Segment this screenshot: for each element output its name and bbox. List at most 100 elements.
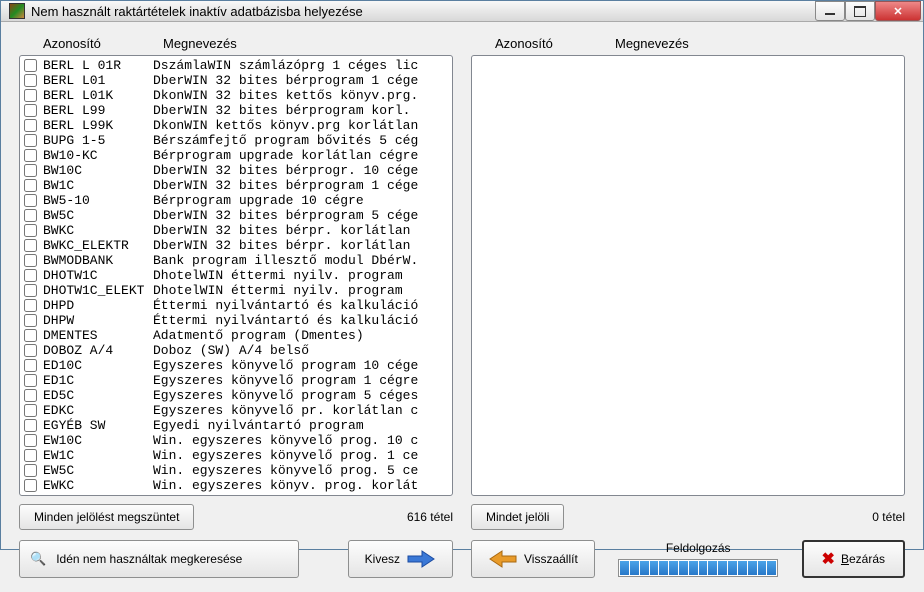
list-item-checkbox[interactable] xyxy=(24,104,37,117)
list-item-id: BW5C xyxy=(43,208,153,223)
list-item-id: DMENTES xyxy=(43,328,153,343)
list-item[interactable]: BERL L99DberWIN 32 bites bérprogram korl… xyxy=(22,103,450,118)
clear-selection-button[interactable]: Minden jelölést megszüntet xyxy=(19,504,194,530)
list-item[interactable]: EDKCEgyszeres könyvelő pr. korlátlan c xyxy=(22,403,450,418)
list-item-checkbox[interactable] xyxy=(24,74,37,87)
list-item-checkbox[interactable] xyxy=(24,164,37,177)
list-item-checkbox[interactable] xyxy=(24,359,37,372)
list-item-id: BERL L01 xyxy=(43,73,153,88)
list-item-id: DHOTW1C_ELEKT xyxy=(43,283,153,298)
restore-button[interactable]: Visszaállít xyxy=(471,540,595,578)
restore-label: Visszaállít xyxy=(524,552,578,566)
list-item-checkbox[interactable] xyxy=(24,479,37,492)
select-all-button[interactable]: Mindet jelöli xyxy=(471,504,564,530)
close-button[interactable]: ✖ Bezárás xyxy=(802,540,905,578)
list-item-checkbox[interactable] xyxy=(24,374,37,387)
list-item-checkbox[interactable] xyxy=(24,389,37,402)
arrow-left-icon xyxy=(488,549,518,569)
list-item-checkbox[interactable] xyxy=(24,89,37,102)
list-item[interactable]: BERL L 01RDszámlaWIN számlázóprg 1 céges… xyxy=(22,58,450,73)
right-count: 0 tétel xyxy=(872,510,905,524)
app-icon xyxy=(9,3,25,19)
list-item-checkbox[interactable] xyxy=(24,404,37,417)
list-item[interactable]: ED1CEgyszeres könyvelő program 1 cégre xyxy=(22,373,450,388)
right-footer: Mindet jelöli 0 tétel xyxy=(471,504,905,530)
minimize-button[interactable] xyxy=(815,1,845,21)
list-item-id: DHOTW1C xyxy=(43,268,153,283)
list-item-id: EDKC xyxy=(43,403,153,418)
bottom-left: Idén nem használtak megkeresése Kivesz xyxy=(19,540,453,578)
list-item-checkbox[interactable] xyxy=(24,224,37,237)
list-item[interactable]: EW1CWin. egyszeres könyvelő prog. 1 ce xyxy=(22,448,450,463)
list-item[interactable]: ED5CEgyszeres könyvelő program 5 céges xyxy=(22,388,450,403)
list-item-checkbox[interactable] xyxy=(24,449,37,462)
search-label: Idén nem használtak megkeresése xyxy=(56,552,242,566)
list-item[interactable]: EW10CWin. egyszeres könyvelő prog. 10 c xyxy=(22,433,450,448)
list-item[interactable]: EW5CWin. egyszeres könyvelő prog. 5 ce xyxy=(22,463,450,478)
right-headers: Azonosító Megnevezés xyxy=(471,36,905,55)
list-item[interactable]: DHOTW1C_ELEKTDhotelWIN éttermi nyilv. pr… xyxy=(22,283,450,298)
list-item[interactable]: BWMODBANKBank program illesztő modul Dbé… xyxy=(22,253,450,268)
list-item-desc: Egyszeres könyvelő program 10 cége xyxy=(153,358,418,373)
list-item-id: BERL L01K xyxy=(43,88,153,103)
list-item-checkbox[interactable] xyxy=(24,314,37,327)
remove-button[interactable]: Kivesz xyxy=(348,540,453,578)
list-item-desc: Bank program illesztő modul DbérW. xyxy=(153,253,418,268)
list-item[interactable]: BERL L01KDkonWIN 32 bites kettős könyv.p… xyxy=(22,88,450,103)
list-item-desc: Win. egyszeres könyvelő prog. 10 c xyxy=(153,433,418,448)
list-item-desc: DberWIN 32 bites bérprogram 1 cége xyxy=(153,178,418,193)
list-item-desc: Éttermi nyilvántartó és kalkuláció xyxy=(153,313,418,328)
list-item[interactable]: DOBOZ A/4Doboz (SW) A/4 belső xyxy=(22,343,450,358)
list-item-desc: DkonWIN kettős könyv.prg korlátlan xyxy=(153,118,418,133)
list-item-desc: Bérprogram upgrade korlátlan cégre xyxy=(153,148,418,163)
search-unused-button[interactable]: Idén nem használtak megkeresése xyxy=(19,540,299,578)
list-item-id: BW1C xyxy=(43,178,153,193)
list-item-checkbox[interactable] xyxy=(24,329,37,342)
list-item-checkbox[interactable] xyxy=(24,239,37,252)
list-item-checkbox[interactable] xyxy=(24,209,37,222)
list-item-checkbox[interactable] xyxy=(24,434,37,447)
content: Azonosító Megnevezés BERL L 01RDszámlaWI… xyxy=(1,22,923,592)
list-item[interactable]: BW1CDberWIN 32 bites bérprogram 1 cége xyxy=(22,178,450,193)
list-item-checkbox[interactable] xyxy=(24,464,37,477)
list-item-desc: Éttermi nyilvántartó és kalkuláció xyxy=(153,298,418,313)
list-item[interactable]: BERL L01DberWIN 32 bites bérprogram 1 cé… xyxy=(22,73,450,88)
list-item[interactable]: BW10CDberWIN 32 bites bérprogr. 10 cége xyxy=(22,163,450,178)
list-item-checkbox[interactable] xyxy=(24,344,37,357)
list-item-checkbox[interactable] xyxy=(24,59,37,72)
list-item-checkbox[interactable] xyxy=(24,119,37,132)
list-item-id: BERL L 01R xyxy=(43,58,153,73)
list-item[interactable]: BWKC_ELEKTRDberWIN 32 bites bérpr. korlá… xyxy=(22,238,450,253)
list-item[interactable]: EGYÉB SWEgyedi nyilvántartó program xyxy=(22,418,450,433)
right-listbox[interactable] xyxy=(471,55,905,496)
list-item[interactable]: DHOTW1CDhotelWIN éttermi nyilv. program xyxy=(22,268,450,283)
list-item-id: EW5C xyxy=(43,463,153,478)
list-item[interactable]: BERL L99KDkonWIN kettős könyv.prg korlát… xyxy=(22,118,450,133)
list-item-checkbox[interactable] xyxy=(24,134,37,147)
list-item[interactable]: DMENTESAdatmentő program (Dmentes) xyxy=(22,328,450,343)
list-item-checkbox[interactable] xyxy=(24,194,37,207)
close-window-button[interactable] xyxy=(875,1,921,21)
list-item[interactable]: DHPDÉttermi nyilvántartó és kalkuláció xyxy=(22,298,450,313)
close-label: Bezárás xyxy=(841,552,885,566)
list-item-checkbox[interactable] xyxy=(24,149,37,162)
list-item-checkbox[interactable] xyxy=(24,269,37,282)
list-item-checkbox[interactable] xyxy=(24,419,37,432)
list-item[interactable]: BW5-10Bérprogram upgrade 10 cégre xyxy=(22,193,450,208)
list-item[interactable]: BW10-KCBérprogram upgrade korlátlan cégr… xyxy=(22,148,450,163)
list-item-desc: Egyedi nyilvántartó program xyxy=(153,418,364,433)
left-footer: Minden jelölést megszüntet 616 tétel xyxy=(19,504,453,530)
columns: Azonosító Megnevezés BERL L 01RDszámlaWI… xyxy=(19,36,905,530)
maximize-button[interactable] xyxy=(845,1,875,21)
list-item[interactable]: DHPWÉttermi nyilvántartó és kalkuláció xyxy=(22,313,450,328)
list-item-checkbox[interactable] xyxy=(24,179,37,192)
list-item[interactable]: BWKCDberWIN 32 bites bérpr. korlátlan xyxy=(22,223,450,238)
list-item-checkbox[interactable] xyxy=(24,254,37,267)
list-item[interactable]: ED10CEgyszeres könyvelő program 10 cége xyxy=(22,358,450,373)
left-listbox[interactable]: BERL L 01RDszámlaWIN számlázóprg 1 céges… xyxy=(19,55,453,496)
list-item[interactable]: BW5CDberWIN 32 bites bérprogram 5 cége xyxy=(22,208,450,223)
list-item[interactable]: EWKCWin. egyszeres könyv. prog. korlát xyxy=(22,478,450,493)
list-item[interactable]: BUPG 1-5Bérszámfejtő program bővités 5 c… xyxy=(22,133,450,148)
list-item-checkbox[interactable] xyxy=(24,299,37,312)
list-item-checkbox[interactable] xyxy=(24,284,37,297)
